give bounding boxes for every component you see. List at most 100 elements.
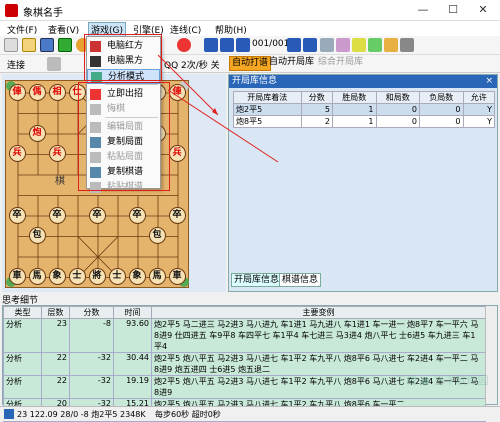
home-icon[interactable] [384,38,398,52]
think-col-header[interactable]: 分数 [69,306,114,319]
last-move-icon[interactable] [303,38,317,52]
book-col-header[interactable]: 分数 [300,91,333,104]
red-pawn[interactable]: 兵 [168,145,186,162]
board-icon[interactable] [58,38,72,52]
book-col-header[interactable]: 胜局数 [332,91,377,104]
book-col-header[interactable]: 和局数 [375,91,420,104]
connect-button[interactable]: 连接 [7,58,25,71]
first-move-icon[interactable] [204,38,218,52]
black-piece[interactable]: 士 [68,268,86,285]
red-cannon[interactable]: 炮 [28,124,46,142]
think-col-header[interactable]: 时间 [113,306,152,319]
black-pawn[interactable]: 卒 [48,206,66,224]
status-right: 每步60秒 超时0秒 [155,410,221,419]
opening-book-table: 开局库着法 分数 胜局数 和局数 负局数 允许 炮2平5 5 1 0 0 Y 炮8平5 2 1 0 0 Y [233,91,495,128]
book-row[interactable]: 炮2平5 5 1 0 0 Y [233,103,495,116]
black-piece[interactable]: 馬 [148,268,166,285]
think-col-header[interactable]: 层数 [41,306,70,319]
black-pawn[interactable]: 卒 [88,206,106,224]
think-col-header[interactable]: 主要变例 [151,306,486,319]
open-icon[interactable] [22,38,36,52]
person-icon[interactable] [352,38,366,52]
book-cell-loss: 0 [419,115,464,128]
thinking-table: 类型 层数 分数 时间 主要变例 分析 23 -8 93.60 炮2平5 马二进三 马2进3 马… [3,306,486,422]
back-icon[interactable] [236,38,250,52]
black-pawn[interactable]: 卒 [128,206,146,224]
close-button[interactable]: ✕ [468,0,498,20]
book-cell-score: 2 [300,115,333,128]
think-cell-time: 93.60 [113,318,152,353]
tab-game-record[interactable]: 棋谱信息 [279,273,322,287]
maximize-button[interactable]: ☐ [438,0,468,20]
book-cell-draw: 0 [375,103,420,116]
book-cell-win: 1 [332,115,377,128]
menu-file[interactable]: 文件(F) [7,23,37,36]
minimize-button[interactable]: — [408,0,438,20]
flip-icon[interactable] [320,38,334,52]
close-icon[interactable]: × [485,75,493,88]
think-cell-time: 30.44 [113,352,152,376]
book-cell-allow: Y [462,115,495,128]
app-icon [5,4,18,17]
main-toolbar: 001/001 [0,36,500,55]
think-col-header[interactable]: 类型 [3,306,42,319]
auto-book-button[interactable]: 自动开局库 [267,56,316,71]
think-cell-depth: 23 [41,318,70,353]
menu-help[interactable]: 帮助(H) [215,23,247,36]
status-left: 23 122.09 28/0 -8 炮2平5 2348K [17,410,146,419]
think-cell-type: 分析 [3,375,42,399]
think-cell-score: -32 [69,375,114,399]
book-col-header[interactable]: 负局数 [419,91,464,104]
river-left-text: 棋 [55,176,65,187]
think-row[interactable]: 分析 23 -8 93.60 炮2平5 马二进三 马2进3 马八进九 车1进1 马九进八… [3,318,486,353]
think-cell-score: -8 [69,318,114,353]
book-col-header[interactable]: 开局库着法 [233,91,302,104]
menu-view[interactable]: 查看(V) [48,23,79,36]
book-cell-move: 炮8平5 [233,115,302,128]
black-piece[interactable]: 車 [8,268,26,285]
next-move-icon[interactable] [287,38,301,52]
thinking-title: 思考细节 [2,293,498,306]
speed-readout: QQ 2次/秒 关 [164,61,220,71]
link-icon[interactable] [47,57,61,71]
tool-icon[interactable] [336,38,350,52]
black-piece[interactable]: 士 [108,268,126,285]
black-cannon[interactable]: 包 [28,227,46,244]
book-col-header[interactable]: 允许 [462,91,495,104]
tab-opening-book[interactable]: 开局库信息 [231,273,283,287]
watermark: 下载 ● 当下软件园 [395,374,489,387]
red-pawn[interactable]: 兵 [8,145,26,162]
stop-icon[interactable] [177,38,191,52]
highlight-box-bottom [78,82,170,191]
prev-move-icon[interactable] [220,38,234,52]
book-cell-win: 1 [332,103,377,116]
highlight-box-top [84,34,162,81]
red-piece[interactable]: 俥 [8,83,26,101]
book-cell-score: 5 [300,103,333,116]
black-pawn[interactable]: 卒 [8,206,26,224]
red-piece[interactable]: 相 [48,83,66,101]
red-pawn[interactable]: 兵 [48,145,66,162]
status-bar: 23 122.09 28/0 -8 炮2平5 2348K 每步60秒 超时0秒 [0,406,500,421]
black-piece[interactable]: 將 [88,268,106,285]
black-piece[interactable]: 象 [48,268,66,285]
red-piece[interactable]: 俥 [168,83,186,101]
black-piece[interactable]: 車 [168,268,186,285]
combined-book-button[interactable]: 综合开局库 [316,56,365,71]
book-row[interactable]: 炮8平5 2 1 0 0 Y [233,115,495,128]
settings-icon[interactable] [400,38,414,52]
auto-play-button[interactable]: 自动打谱 [229,56,272,71]
black-piece[interactable]: 馬 [28,268,46,285]
menu-connect[interactable]: 连线(C) [170,23,201,36]
web-icon[interactable] [368,38,382,52]
black-cannon[interactable]: 包 [148,227,166,244]
think-cell-depth: 22 [41,375,70,399]
black-pawn[interactable]: 卒 [168,206,186,224]
think-cell-time: 19.19 [113,375,152,399]
red-piece[interactable]: 傌 [28,83,46,101]
save-icon[interactable] [40,38,54,52]
black-piece[interactable]: 象 [128,268,146,285]
status-icon [4,409,14,419]
book-cell-loss: 0 [419,103,464,116]
new-icon[interactable] [4,38,18,52]
